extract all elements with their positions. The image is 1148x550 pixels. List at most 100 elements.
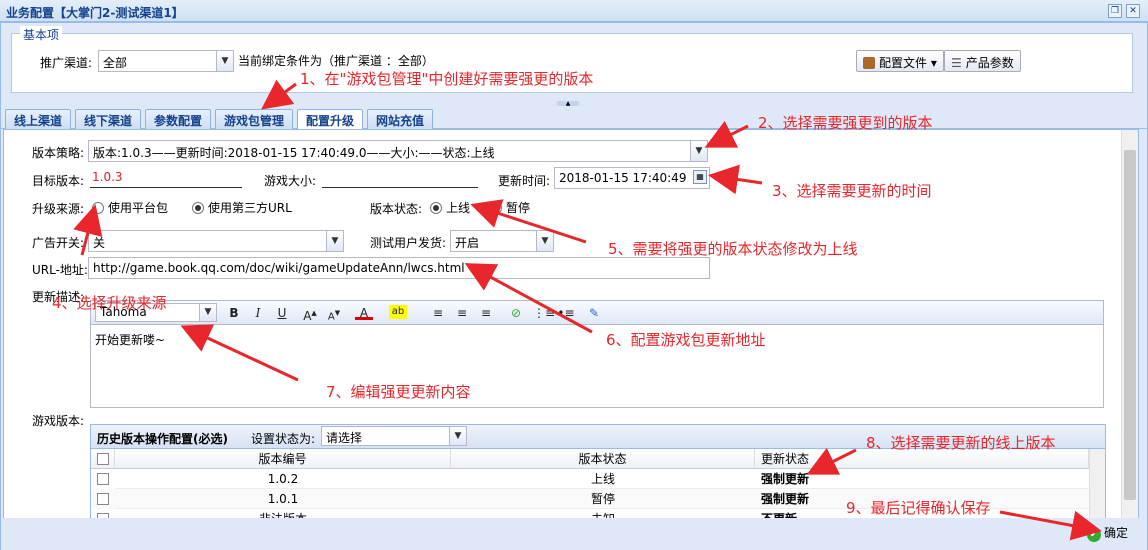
annotation-2: 2、选择需要强更到的版本 [758, 114, 933, 132]
annotation-4: 4、选择升级来源 [52, 294, 167, 312]
font-increase-icon[interactable]: A▲ [301, 304, 319, 323]
row-version: 1.0.1 [115, 489, 451, 509]
set-status-select[interactable]: 请选择 ▼ [321, 426, 467, 446]
confirm-button[interactable]: ✔ 确定 [1087, 524, 1128, 544]
annotation-9: 9、最后记得确认保存 [846, 499, 991, 517]
row-version: 1.0.2 [115, 469, 451, 489]
annotation-1: 1、在"游戏包管理"中创建好需要强更的版本 [300, 70, 594, 88]
tab-online-channel[interactable]: 线上渠道 [5, 109, 72, 129]
align-left-icon[interactable]: ≡ [429, 304, 447, 322]
source-thirdparty-radio[interactable]: 使用第三方URL [192, 199, 292, 216]
upgrade-panel: 版本策略: 版本:1.0.3——更新时间:2018-01-15 17:40:49… [3, 129, 1139, 519]
check-icon: ✔ [1087, 528, 1101, 542]
close-icon[interactable]: ✕ [1126, 4, 1140, 18]
test-user-value: 开启 [455, 236, 480, 250]
radio-icon[interactable] [92, 202, 104, 214]
tab-upgrade-config[interactable]: 配置升级 [297, 109, 364, 130]
chevron-down-icon[interactable]: ▼ [216, 51, 233, 71]
radio-checked-icon[interactable] [430, 202, 442, 214]
checkbox-icon[interactable] [97, 453, 109, 465]
chevron-down-icon[interactable]: ▼ [199, 304, 216, 321]
source-platform-radio[interactable]: 使用平台包 [92, 199, 168, 216]
annotation-3: 3、选择需要更新的时间 [772, 182, 932, 200]
url-field[interactable]: http://game.book.qq.com/doc/wiki/gameUpd… [88, 257, 710, 279]
ad-switch-select[interactable]: 关 ▼ [88, 230, 344, 252]
product-params-label: 产品参数 [965, 56, 1014, 70]
editor-toolbar: Tahoma ▼ B I U A▲ A▼ A ab ≡ ≡ ≡ ⊘ ⋮≡ •≡ … [91, 301, 1103, 325]
table-row[interactable]: 1.0.2 上线 强制更新 [91, 469, 1089, 489]
chevron-down-icon[interactable]: ▼ [326, 231, 343, 251]
row-update[interactable]: 强制更新 [755, 469, 1089, 489]
grid-scrollbar[interactable] [1089, 449, 1105, 518]
select-all-header[interactable] [91, 449, 115, 469]
calendar-icon[interactable]: ▦ [693, 170, 707, 184]
main-container: 基本项 推广渠道: 全部 ▼ 当前绑定条件为（推广渠道 ：全部） 配置文件 ▾ … [0, 22, 1148, 550]
link-icon[interactable]: ⊘ [507, 304, 525, 322]
status-paused-radio[interactable]: 暂停 [490, 199, 530, 216]
status-label: 版本状态: [370, 202, 423, 216]
status-online-radio[interactable]: 上线 [430, 199, 470, 216]
font-color-icon[interactable]: A [355, 304, 373, 320]
annotation-8: 8、选择需要更新的线上版本 [866, 434, 1056, 452]
source-edit-icon[interactable]: ✎ [585, 304, 603, 322]
strategy-label: 版本策略: [32, 146, 85, 160]
unordered-list-icon[interactable]: •≡ [557, 304, 575, 322]
ad-value: 关 [93, 236, 106, 250]
strategy-select[interactable]: 版本:1.0.3——更新时间:2018-01-15 17:40:49.0——大小… [88, 140, 708, 162]
config-file-button[interactable]: 配置文件 ▾ [856, 50, 944, 72]
chevron-down-icon[interactable]: ▼ [449, 427, 466, 445]
collapse-handle[interactable]: ▲ [557, 101, 579, 107]
italic-icon[interactable]: I [249, 304, 267, 322]
target-label: 目标版本: [32, 174, 85, 188]
checkbox-icon[interactable] [97, 473, 109, 485]
align-right-icon[interactable]: ≡ [477, 304, 495, 322]
align-center-icon[interactable]: ≡ [453, 304, 471, 322]
target-version-field[interactable]: 1.0.3 [90, 168, 242, 188]
checkbox-icon[interactable] [97, 493, 109, 505]
game-version-label: 游戏版本: [32, 414, 85, 428]
highlight-icon[interactable]: ab [389, 305, 407, 319]
font-decrease-icon[interactable]: A▼ [325, 304, 343, 322]
rich-text-editor[interactable]: Tahoma ▼ B I U A▲ A▼ A ab ≡ ≡ ≡ ⊘ ⋮≡ •≡ … [90, 300, 1104, 408]
test-user-select[interactable]: 开启 ▼ [450, 230, 554, 252]
bold-icon[interactable]: B [225, 304, 243, 322]
col-version[interactable]: 版本编号 [115, 449, 451, 469]
channel-value: 全部 [103, 56, 128, 70]
confirm-label: 确定 [1104, 526, 1129, 540]
tab-offline-channel[interactable]: 线下渠道 [75, 109, 142, 129]
desc-content[interactable]: 开始更新喽~ [95, 331, 165, 348]
ordered-list-icon[interactable]: ⋮≡ [533, 304, 555, 322]
grid-title: 历史版本操作配置(必选) [97, 432, 228, 446]
update-time-value: 2018-01-15 17:40:49 [559, 171, 687, 185]
update-time-label: 更新时间: [498, 174, 551, 188]
source-thirdparty-label: 使用第三方URL [208, 201, 292, 215]
config-file-label: 配置文件 [879, 56, 928, 70]
size-label: 游戏大小: [264, 174, 317, 188]
list-icon: ☰ [951, 56, 962, 70]
set-status-label: 设置状态为: [251, 432, 316, 446]
product-params-button[interactable]: ☰ 产品参数 [944, 50, 1021, 72]
update-time-field[interactable]: 2018-01-15 17:40:49 ▦ [554, 167, 710, 189]
radio-checked-icon[interactable] [192, 202, 204, 214]
url-label: URL-地址: [32, 263, 88, 277]
game-size-field[interactable] [322, 168, 478, 188]
tab-website-recharge[interactable]: 网站充值 [367, 109, 434, 129]
annotation-5: 5、需要将强更的版本状态修改为上线 [608, 240, 858, 258]
tab-params-config[interactable]: 参数配置 [145, 109, 212, 129]
status-online-label: 上线 [446, 201, 471, 215]
panel-scrollbar[interactable] [1121, 130, 1138, 518]
row-status: 上线 [451, 469, 755, 489]
restore-icon[interactable]: ❐ [1108, 4, 1122, 18]
underline-icon[interactable]: U [273, 304, 291, 322]
radio-icon[interactable] [490, 202, 502, 214]
binding-text: 当前绑定条件为（推广渠道 ：全部） [238, 54, 434, 68]
box-icon [863, 57, 875, 69]
col-status[interactable]: 版本状态 [451, 449, 755, 469]
row-status: 暂停 [451, 489, 755, 509]
channel-label: 推广渠道: [40, 56, 93, 70]
chevron-down-icon[interactable]: ▼ [690, 141, 707, 161]
scroll-thumb[interactable] [1124, 150, 1136, 500]
chevron-down-icon[interactable]: ▼ [536, 231, 553, 251]
channel-select[interactable]: 全部 ▼ [98, 50, 234, 72]
tab-game-package[interactable]: 游戏包管理 [215, 109, 294, 129]
